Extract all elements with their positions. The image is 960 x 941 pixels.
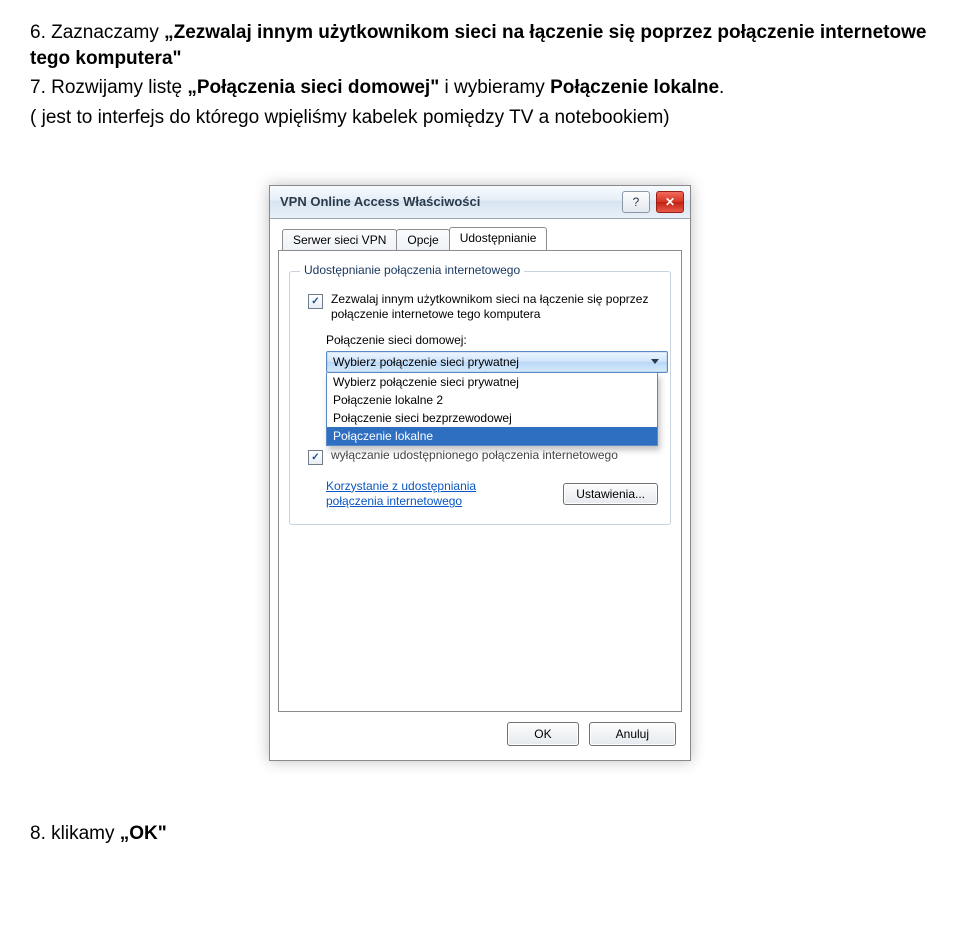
group-sharing: Udostępnianie połączenia internetowego Z…	[289, 271, 671, 525]
checkbox-allow-control-label: wyłączanie udostępnionego połączenia int…	[331, 448, 618, 464]
dropdown-option-local2[interactable]: Połączenie lokalne 2	[327, 391, 657, 409]
combo-value: Wybierz połączenie sieci prywatnej	[333, 355, 519, 369]
tab-options[interactable]: Opcje	[396, 229, 449, 251]
checkbox-allow-sharing-label: Zezwalaj innym użytkownikom sieci na łąc…	[331, 292, 658, 323]
ok-button[interactable]: OK	[507, 722, 578, 746]
close-icon: ✕	[665, 195, 675, 209]
step7-prefix: 7. Rozwijamy listę	[30, 77, 187, 98]
cancel-button[interactable]: Anuluj	[589, 722, 676, 746]
step-8: 8. klikamy „OK"	[30, 821, 930, 847]
step7-mid: i wybieramy	[439, 77, 550, 98]
settings-button[interactable]: Ustawienia...	[563, 483, 658, 505]
dropdown-option-placeholder[interactable]: Wybierz połączenie sieci prywatnej	[327, 373, 657, 391]
home-connection-label: Połączenie sieci domowej:	[326, 333, 658, 347]
help-link-sharing[interactable]: Korzystanie z udostępniania połączenia i…	[326, 479, 536, 510]
dropdown-option-local[interactable]: Połączenie lokalne	[327, 427, 657, 445]
checkbox-allow-sharing[interactable]	[308, 294, 323, 309]
chevron-down-icon	[651, 359, 659, 364]
step7-tail: .	[719, 77, 724, 98]
step-6: 6. Zaznaczamy „Zezwalaj innym użytkownik…	[30, 20, 930, 71]
properties-dialog: VPN Online Access Właściwości ? ✕ Serwer…	[269, 185, 691, 761]
close-button[interactable]: ✕	[656, 191, 684, 213]
step-7-note: ( jest to interfejs do którego wpięliśmy…	[30, 105, 930, 131]
checkbox-allow-control[interactable]	[308, 450, 323, 465]
help-icon: ?	[633, 195, 640, 209]
help-button[interactable]: ?	[622, 191, 650, 213]
dialog-title: VPN Online Access Właściwości	[280, 194, 480, 209]
step6-prefix: 6. Zaznaczamy	[30, 22, 164, 43]
tab-bar: Serwer sieci VPN Opcje Udostępnianie	[282, 227, 682, 250]
home-connection-dropdown: Wybierz połączenie sieci prywatnej Połąc…	[326, 373, 658, 446]
group-legend: Udostępnianie połączenia internetowego	[300, 263, 524, 277]
step8-prefix: 8. klikamy	[30, 823, 120, 844]
step7-bold: Połączenie lokalne	[550, 77, 719, 98]
step8-quote: „OK"	[120, 823, 167, 844]
dropdown-option-wireless[interactable]: Połączenie sieci bezprzewodowej	[327, 409, 657, 427]
step-7: 7. Rozwijamy listę „Połączenia sieci dom…	[30, 75, 930, 101]
home-connection-combo[interactable]: Wybierz połączenie sieci prywatnej	[326, 351, 668, 373]
tab-panel-sharing: Udostępnianie połączenia internetowego Z…	[278, 250, 682, 712]
tab-vpn-server[interactable]: Serwer sieci VPN	[282, 229, 397, 251]
tab-sharing[interactable]: Udostępnianie	[449, 227, 548, 250]
step6-quote: „Zezwalaj innym użytkownikom sieci na łą…	[30, 22, 926, 69]
titlebar[interactable]: VPN Online Access Właściwości ? ✕	[270, 186, 690, 219]
step7-quote: „Połączenia sieci domowej"	[187, 77, 439, 98]
